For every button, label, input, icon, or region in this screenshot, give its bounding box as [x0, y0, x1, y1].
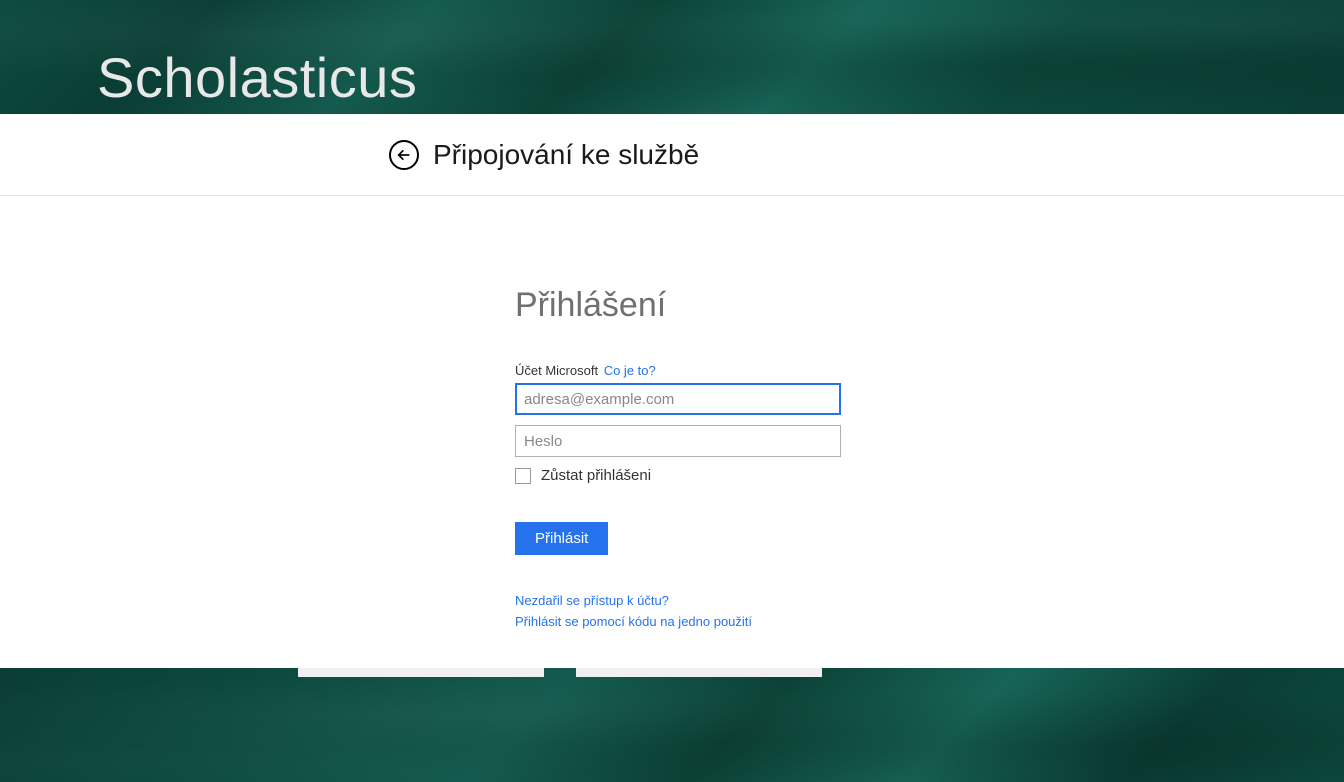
subheader: Připojování ke službě [0, 114, 1344, 196]
email-input[interactable] [515, 383, 841, 415]
account-label: Účet Microsoft [515, 363, 598, 378]
footer-placeholder-box [298, 668, 544, 677]
cant-access-account-link[interactable]: Nezdařil se přístup k účtu? [515, 593, 1344, 608]
app-title: Scholasticus [97, 50, 417, 106]
stay-signed-in-row: Zůstat přihlášeni [515, 467, 1344, 484]
password-input[interactable] [515, 425, 841, 457]
signin-button[interactable]: Přihlásit [515, 522, 608, 555]
back-button[interactable] [389, 140, 419, 170]
login-form-area: Přihlášení Účet Microsoft Co je to? Zůst… [0, 196, 1344, 668]
stay-signed-in-checkbox[interactable] [515, 468, 531, 484]
what-is-this-link[interactable]: Co je to? [604, 363, 656, 378]
stay-signed-in-label[interactable]: Zůstat přihlášeni [541, 467, 651, 484]
top-banner: Scholasticus [0, 0, 1344, 114]
account-label-row: Účet Microsoft Co je to? [515, 363, 1344, 378]
back-arrow-icon [396, 147, 412, 163]
footer-placeholder-box [576, 668, 822, 677]
single-use-code-link[interactable]: Přihlásit se pomocí kódu na jedno použit… [515, 614, 1344, 629]
bottom-banner [0, 668, 1344, 782]
login-title: Přihlášení [515, 286, 1344, 325]
subheader-title: Připojování ke službě [433, 139, 699, 171]
